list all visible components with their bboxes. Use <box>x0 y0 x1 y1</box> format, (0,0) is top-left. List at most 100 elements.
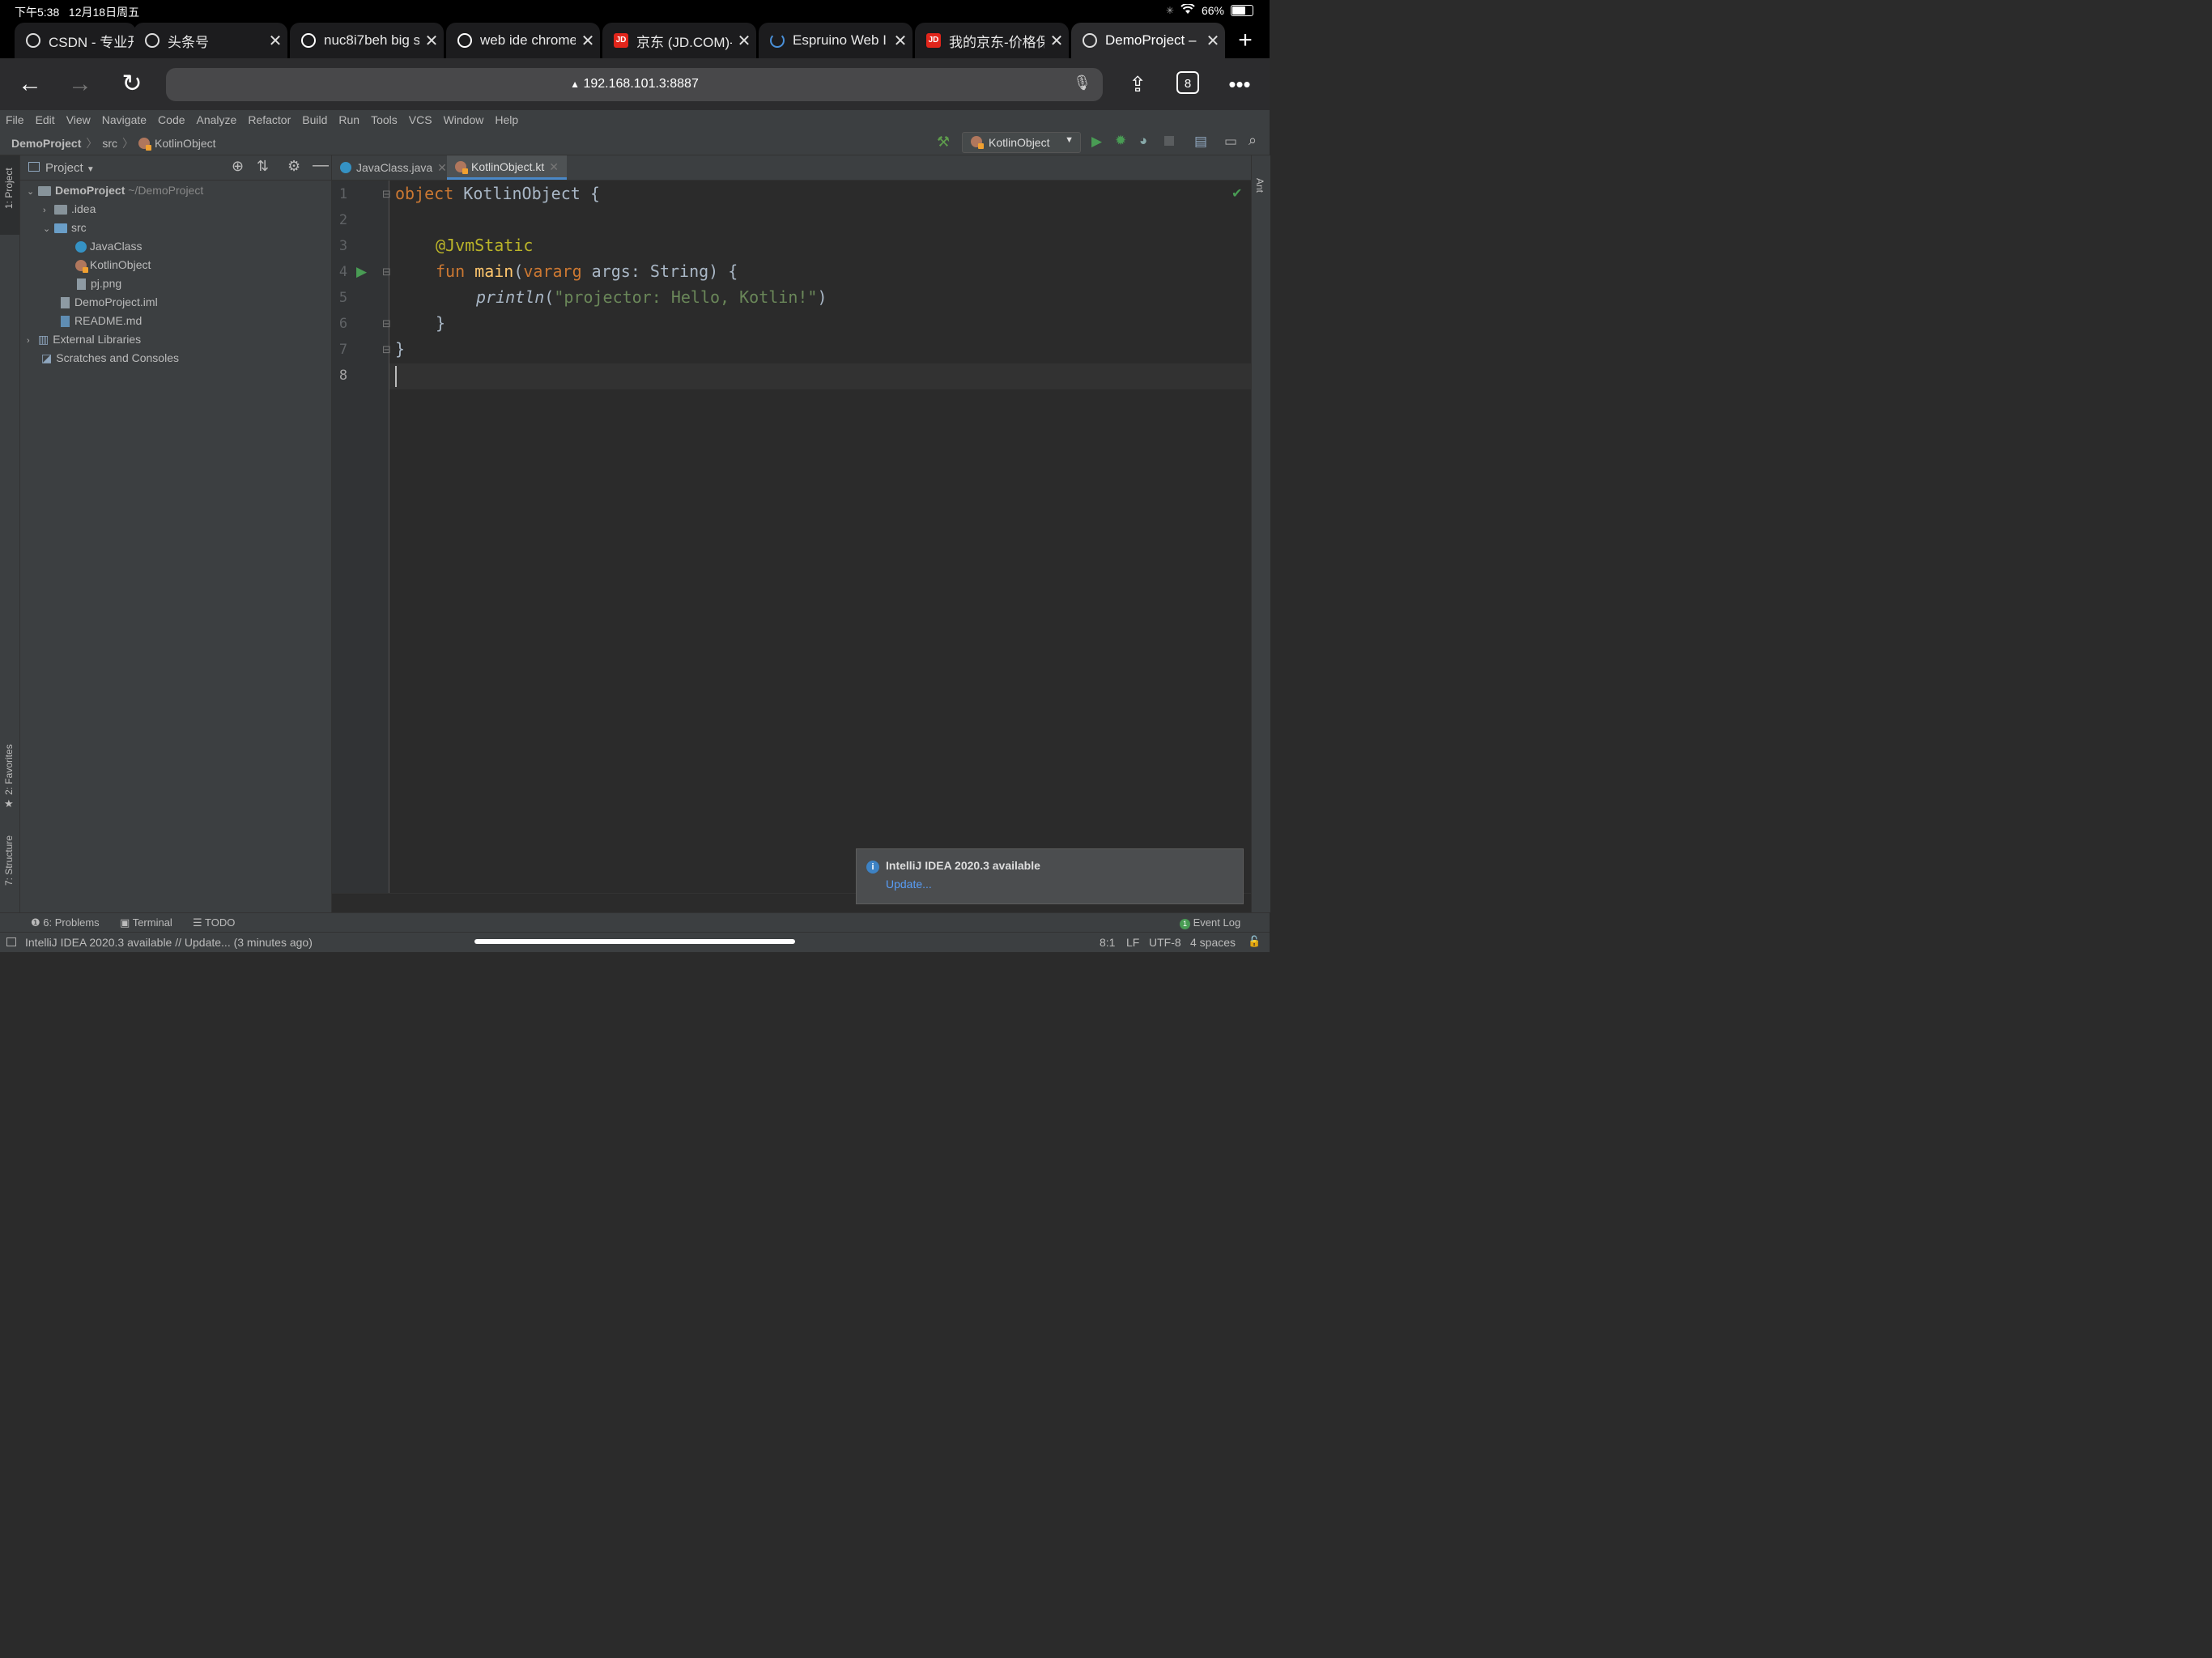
ant-tool-label[interactable]: Ant <box>1254 178 1266 193</box>
breadcrumb-project[interactable]: DemoProject <box>11 137 81 150</box>
breadcrumb-file[interactable]: KotlinObject <box>155 137 215 150</box>
browser-tab[interactable]: JD 京东 (JD.COM)- ✕ <box>602 23 756 58</box>
browser-tab[interactable]: 头条号 ✕ <box>134 23 287 58</box>
star-icon: ★ <box>4 797 14 810</box>
run-icon[interactable]: ▶ <box>1091 134 1102 150</box>
browser-tab-active[interactable]: DemoProject – ✕ <box>1071 23 1225 58</box>
right-tool-strip: Ant <box>1251 155 1270 912</box>
editor-tab-kotlinobject[interactable]: KotlinObject.kt ✕ <box>447 155 567 180</box>
inspection-ok-icon[interactable]: ✔ <box>1231 185 1242 202</box>
browser-tab[interactable]: Espruino Web I ✕ <box>759 23 912 58</box>
tree-item-external-libraries[interactable]: › ▥ External Libraries <box>27 330 141 349</box>
forward-button[interactable]: → <box>62 66 98 102</box>
kotlin-object-icon <box>455 160 468 174</box>
run-gutter-icon[interactable]: ▶ <box>356 264 367 280</box>
share-button[interactable]: ⇪ <box>1120 66 1155 102</box>
menu-code[interactable]: Code <box>152 110 190 130</box>
close-icon[interactable]: ✕ <box>263 31 287 51</box>
locate-icon[interactable]: ⊕ <box>232 158 244 175</box>
project-structure-icon[interactable]: ▤ <box>1194 134 1207 150</box>
menu-refactor[interactable]: Refactor <box>242 110 296 130</box>
new-tab-button[interactable]: + <box>1227 23 1263 58</box>
gear-icon[interactable]: ⚙ <box>287 158 300 175</box>
coverage-icon[interactable]: ◕ <box>1139 133 1147 149</box>
todo-tool-button[interactable]: ☰ TODO <box>193 916 235 929</box>
menu-analyze[interactable]: Analyze <box>191 110 243 130</box>
structure-tool-label[interactable]: 7: Structure <box>3 835 15 886</box>
menu-vcs[interactable]: VCS <box>403 110 438 130</box>
stop-icon[interactable] <box>1164 136 1174 146</box>
menu-tools[interactable]: Tools <box>365 110 403 130</box>
close-icon[interactable]: ✕ <box>549 155 559 179</box>
close-icon[interactable]: ✕ <box>732 31 756 51</box>
tree-item-iml[interactable]: DemoProject.iml <box>59 293 158 312</box>
close-icon[interactable]: ✕ <box>419 31 444 51</box>
browser-tab[interactable]: JD 我的京东-价格保 ✕ <box>915 23 1069 58</box>
project-view-select[interactable]: Project ▼ <box>45 161 95 175</box>
menu-build[interactable]: Build <box>296 110 333 130</box>
presentation-icon[interactable]: ▭ <box>1224 134 1237 150</box>
close-icon[interactable]: ✕ <box>1201 31 1225 51</box>
back-button[interactable]: ← <box>12 66 48 102</box>
update-link[interactable]: Update... <box>886 878 932 891</box>
tree-item-scratches[interactable]: ◪ Scratches and Consoles <box>41 349 179 368</box>
menu-help[interactable]: Help <box>489 110 524 130</box>
cursor-position[interactable]: 8:1 <box>1100 936 1115 949</box>
home-indicator[interactable] <box>474 939 795 944</box>
tree-item-javaclass[interactable]: JavaClass <box>75 237 142 256</box>
problems-tool-button[interactable]: ❶ 6: Problems <box>31 916 100 929</box>
terminal-tool-button[interactable]: ▣ Terminal <box>120 916 172 929</box>
run-config-select[interactable]: KotlinObject ▼ <box>962 132 1081 153</box>
fold-icon[interactable]: ⊟ <box>382 266 391 278</box>
menu-edit[interactable]: Edit <box>30 110 61 130</box>
status-message[interactable]: IntelliJ IDEA 2020.3 available // Update… <box>25 936 313 949</box>
wifi-icon <box>1180 2 1195 17</box>
line-separator[interactable]: LF <box>1126 936 1139 949</box>
file-encoding[interactable]: UTF-8 <box>1149 936 1181 949</box>
indent-setting[interactable]: 4 spaces <box>1190 936 1236 949</box>
loading-spinner-icon: ✳ <box>1165 5 1174 16</box>
tree-root[interactable]: ⌄ DemoProject ~/DemoProject <box>27 181 203 200</box>
code-line-4: fun main(vararg args: String) { <box>436 261 738 281</box>
fold-icon[interactable]: ⊟ <box>382 317 391 330</box>
tool-windows-toggle-icon[interactable] <box>6 937 16 946</box>
menu-navigate[interactable]: Navigate <box>96 110 152 130</box>
hide-icon[interactable]: — <box>313 156 329 175</box>
menu-window[interactable]: Window <box>438 110 490 130</box>
browser-tab[interactable]: nuc8i7beh big s ✕ <box>290 23 444 58</box>
menu-view[interactable]: View <box>61 110 96 130</box>
tab-count-button[interactable]: 8 <box>1176 71 1199 94</box>
address-bar[interactable]: ▲ 192.168.101.3:8887 🎙 <box>166 68 1103 101</box>
tree-item-idea[interactable]: › .idea <box>43 200 96 219</box>
menu-file[interactable]: File <box>0 110 30 130</box>
menu-run[interactable]: Run <box>333 110 365 130</box>
debug-icon[interactable]: ✹ <box>1115 133 1126 149</box>
source-folder-icon <box>54 223 67 234</box>
tree-item-pj-png[interactable]: pj.png <box>75 274 121 293</box>
collapse-all-icon[interactable]: ⇅ <box>257 158 269 175</box>
favorites-tool-label[interactable]: 2: Favorites <box>3 744 15 795</box>
search-icon[interactable]: ⌕ <box>1249 132 1257 149</box>
more-button[interactable]: ••• <box>1222 66 1257 102</box>
fold-icon[interactable]: ⊟ <box>382 188 391 201</box>
tree-item-kotlinobject[interactable]: KotlinObject <box>75 256 151 274</box>
close-icon[interactable]: ✕ <box>1044 31 1069 51</box>
close-icon[interactable]: ✕ <box>437 155 447 180</box>
build-hammer-icon[interactable]: ⚒ <box>937 134 950 151</box>
browser-tab[interactable]: web ide chrome ✕ <box>446 23 600 58</box>
lock-icon[interactable]: 🔓 <box>1248 935 1261 948</box>
editor-tab-javaclass[interactable]: JavaClass.java ✕ <box>332 155 455 180</box>
tree-item-readme[interactable]: README.md <box>59 312 142 330</box>
folder-icon <box>38 186 51 197</box>
chevron-down-icon: ▼ <box>1065 135 1074 145</box>
close-icon[interactable]: ✕ <box>576 31 600 51</box>
close-icon[interactable]: ✕ <box>888 31 912 51</box>
breadcrumb-folder[interactable]: src <box>102 137 117 150</box>
microphone-icon[interactable]: 🎙 <box>1073 74 1091 91</box>
browser-tab[interactable]: CSDN - 专业开 <box>15 23 136 58</box>
markdown-file-icon <box>61 316 70 328</box>
event-log-button[interactable]: 1 Event Log <box>1180 916 1240 929</box>
tree-item-src[interactable]: ⌄ src <box>43 219 87 237</box>
fold-icon[interactable]: ⊟ <box>382 343 391 356</box>
reload-button[interactable]: ↻ <box>114 66 150 102</box>
